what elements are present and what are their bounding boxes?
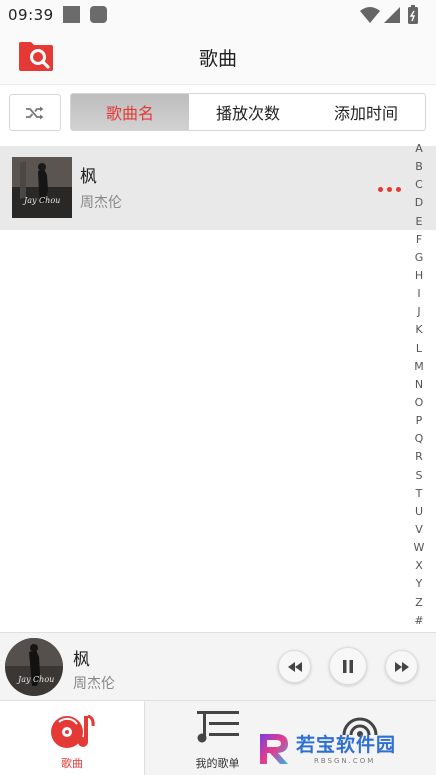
shuffle-icon [26,106,44,119]
tab-play-count[interactable]: 播放次数 [189,94,307,130]
alpha-index-letter[interactable]: F [408,231,430,249]
more-dot-icon [378,186,383,192]
fast-forward-icon [394,661,409,672]
alpha-index-letter[interactable]: N [408,376,430,394]
cover-text: Jay Chou [16,675,54,684]
cover-text: Jay Chou [22,196,60,205]
alpha-index-letter[interactable]: Y [408,575,430,593]
alpha-index-letter[interactable]: U [408,503,430,521]
tab-date-added[interactable]: 添加时间 [307,94,425,130]
song-list-item[interactable]: Jay Chou 枫 周杰伦 [0,146,436,230]
alpha-index-letter[interactable]: O [408,394,430,412]
mini-player[interactable]: Jay Chou 枫 周杰伦 [0,632,436,702]
alpha-index-letter[interactable]: Q [408,430,430,448]
alpha-index-letter[interactable]: E [408,213,430,231]
alpha-index-letter[interactable]: P [408,412,430,430]
notification-icon [63,6,80,23]
nav-songs[interactable]: 歌曲 [0,701,145,775]
app-header: 歌曲 [0,30,436,85]
music-disc-icon [51,714,95,748]
notification-icon [90,6,107,23]
shuffle-button[interactable] [9,94,61,131]
sort-tabs: 歌曲名 播放次数 添加时间 [70,93,426,131]
status-bar: 09:39 [0,0,436,30]
alpha-index-letter[interactable]: H [408,267,430,285]
watermark-subtext: RBSGN.COM [314,757,376,765]
next-button[interactable] [385,650,418,683]
more-options-button[interactable] [378,184,406,194]
alpha-index-letter[interactable]: W [408,539,430,557]
status-icons [360,5,418,24]
alpha-index-letter[interactable]: G [408,249,430,267]
status-time: 09:39 [8,6,54,24]
playlist-icon [197,711,239,743]
watermark: 若宝软件园 RBSGN.COM [254,728,424,770]
now-playing-cover[interactable]: Jay Chou [5,638,63,696]
alpha-index-letter[interactable]: R [408,448,430,466]
now-playing-title: 枫 [73,650,90,670]
alpha-index-letter[interactable]: K [408,321,430,339]
previous-button[interactable] [278,650,311,683]
song-title: 枫 [80,167,97,187]
album-cover: Jay Chou [12,157,72,218]
alpha-index-letter[interactable]: M [408,358,430,376]
alpha-index-letter[interactable]: Z [408,594,430,612]
alpha-index-letter[interactable]: L [408,340,430,358]
watermark-text: 若宝软件园 [296,734,397,756]
page-title: 歌曲 [198,48,237,70]
nav-songs-label: 歌曲 [61,757,83,770]
alpha-index-letter[interactable]: S [408,467,430,485]
rewind-icon [287,661,302,672]
alphabet-index[interactable]: A B C D E F G H I J K L M N O P Q R S T U V W X Y Z # [408,140,430,630]
song-artist: 周杰伦 [80,195,122,211]
pause-button[interactable] [329,647,367,685]
alpha-index-letter[interactable]: A [408,140,430,158]
more-dot-icon [396,186,401,192]
wifi-icon [360,7,380,23]
tab-song-name[interactable]: 歌曲名 [71,94,189,130]
watermark-logo-icon [260,734,288,764]
alpha-index-letter[interactable]: T [408,485,430,503]
now-playing-artist: 周杰伦 [73,676,115,692]
alpha-index-letter[interactable]: C [408,176,430,194]
alpha-index-letter[interactable]: J [408,303,430,321]
alpha-index-letter[interactable]: B [408,158,430,176]
signal-icon [384,7,400,23]
alpha-index-letter[interactable]: D [408,194,430,212]
alpha-index-letter[interactable]: V [408,521,430,539]
alpha-index-letter[interactable]: X [408,557,430,575]
more-dot-icon [387,186,392,192]
pause-icon [343,659,353,673]
alpha-index-letter[interactable]: # [408,612,430,630]
alpha-index-letter[interactable]: I [408,285,430,303]
